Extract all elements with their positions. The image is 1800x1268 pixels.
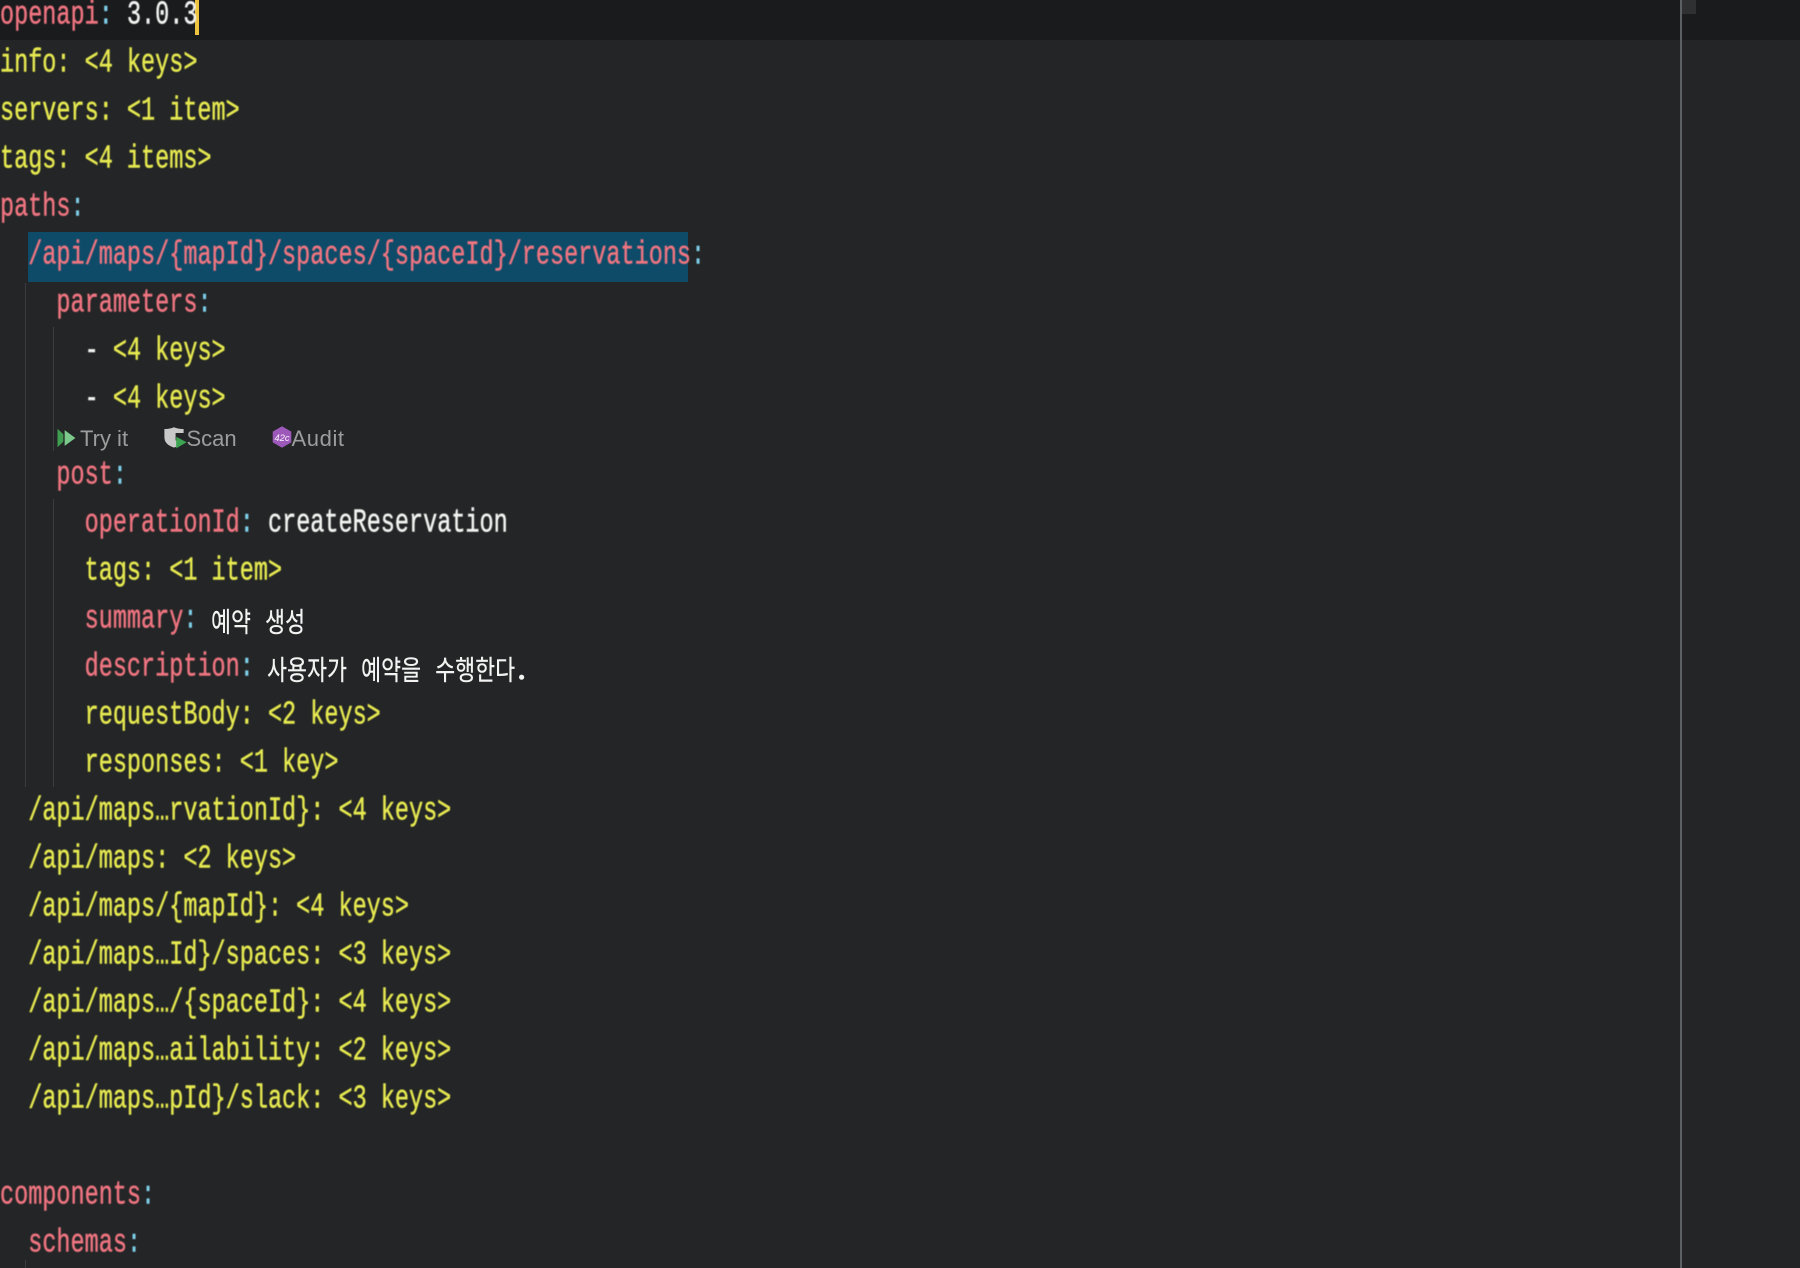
svg-text:42c: 42c	[274, 433, 290, 444]
